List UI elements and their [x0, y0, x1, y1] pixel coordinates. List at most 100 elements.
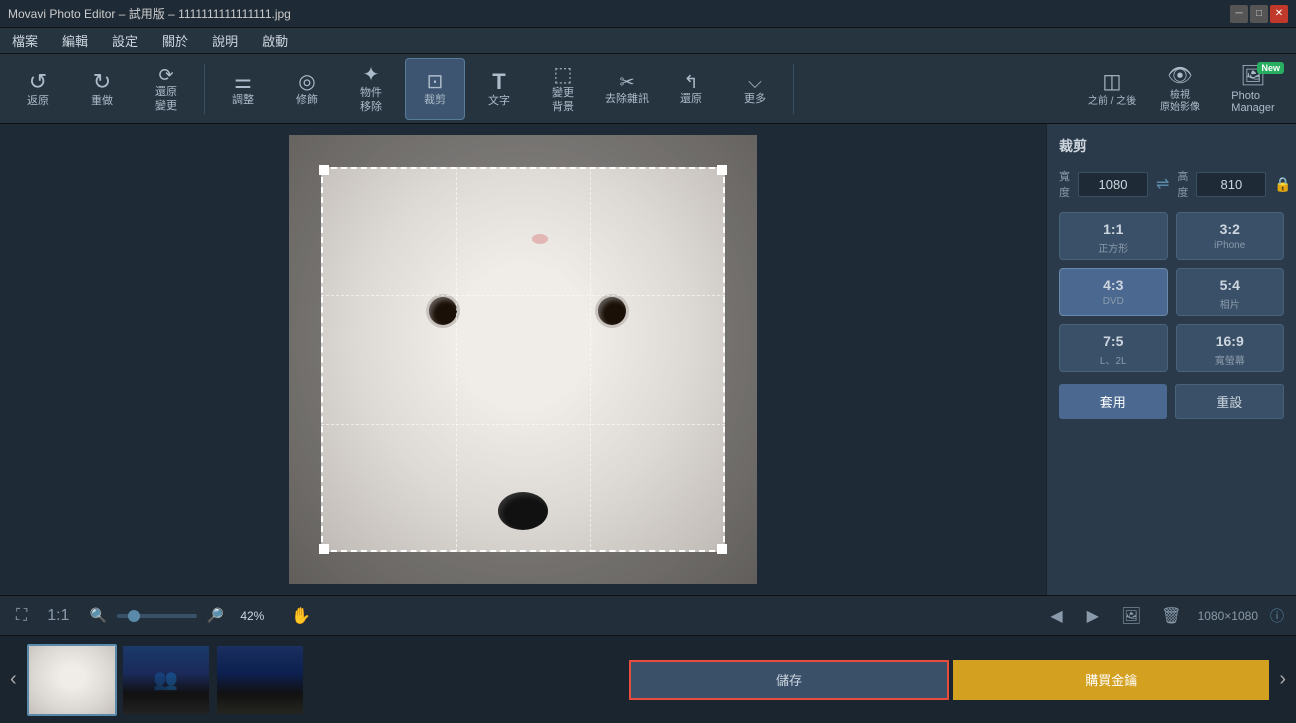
image-size: 1080×1080 [1198, 609, 1258, 623]
ratio-4-3-name: DVD [1103, 296, 1124, 307]
minimize-button[interactable]: ─ [1230, 5, 1248, 23]
filmstrip-item-2[interactable]: 👥 [121, 644, 211, 716]
lock-icon[interactable]: 🔒 [1274, 176, 1291, 193]
canvas-area[interactable] [0, 124, 1046, 595]
hand-tool-button[interactable]: ✋ [287, 604, 315, 628]
fullscreen-button[interactable]: ⛶ [12, 605, 31, 627]
filmstrip-thumb-2: 👥 [123, 646, 209, 714]
buy-button[interactable]: 購買金鑰 [953, 660, 1269, 700]
preview-icon: 👁 [1167, 63, 1192, 88]
right-tool-group: ◫ 之前 / 之後 👁 檢視原始影像 New 🖼 PhotoManager [1082, 58, 1288, 120]
ratio-7-5[interactable]: 7:5 L、2L [1059, 324, 1168, 372]
redo-label: 重做 [91, 95, 113, 108]
restore-icon: ⟳ [158, 66, 173, 84]
menu-about[interactable]: 關於 [158, 29, 192, 52]
crop-line-h2 [321, 424, 725, 425]
ratio-16-9-value: 16:9 [1216, 333, 1244, 349]
change-bg-label: 變更背景 [552, 87, 574, 113]
crop-handle-bottom-right[interactable] [717, 544, 727, 554]
right-panel: 裁剪 寬度 ⇌ 高度 🔒 1:1 正方形 3:2 iPhone 4:3 DVD [1046, 124, 1296, 595]
filmstrip: ‹ 👥 儲存 購買金鑰 › [0, 635, 1296, 723]
remove-noise-icon: ✂ [619, 73, 634, 91]
before-after-button[interactable]: ◫ 之前 / 之後 [1082, 58, 1142, 120]
object-remove-icon: ✦ [363, 65, 380, 85]
crop-handle-top-right[interactable] [717, 165, 727, 175]
menu-activate[interactable]: 啟動 [258, 29, 292, 52]
menu-help[interactable]: 說明 [208, 29, 242, 52]
redo-button[interactable]: ↻ 重做 [72, 58, 132, 120]
info-icon[interactable]: ⓘ [1270, 606, 1284, 626]
ratio-1-1[interactable]: 1:1 正方形 [1059, 212, 1168, 260]
dimensions-row: 寬度 ⇌ 高度 🔒 [1059, 168, 1284, 200]
retouch-label: 修飾 [296, 94, 318, 107]
filmstrip-prev[interactable]: ‹ [4, 664, 23, 695]
save-button[interactable]: 儲存 [629, 660, 949, 700]
window-title: Movavi Photo Editor – 試用版 – 111111111111… [8, 5, 1230, 22]
retouch-button[interactable]: ◎ 修飾 [277, 58, 337, 120]
remove-noise-button[interactable]: ✂ 去除雜訊 [597, 58, 657, 120]
crop-handle-bottom-left[interactable] [319, 544, 329, 554]
more-icon: ⌵ [748, 73, 762, 91]
object-remove-button[interactable]: ✦ 物件移除 [341, 58, 401, 120]
status-bar: ⛶ 1:1 🔍 🔎 42% ✋ ◀ ▶ 🖼 🗑 1080×1080 ⓘ [0, 595, 1296, 635]
ratio-16-9[interactable]: 16:9 寬螢幕 [1176, 324, 1285, 372]
crop-label: 裁剪 [424, 94, 446, 107]
ratio-16-9-name: 寬螢幕 [1215, 352, 1245, 367]
prev-frame-button[interactable]: ◀ [1044, 604, 1068, 628]
link-icon[interactable]: ⇌ [1156, 174, 1169, 194]
ratio-3-2[interactable]: 3:2 iPhone [1176, 212, 1285, 260]
filmstrip-next[interactable]: › [1273, 664, 1292, 695]
crop-line-v1 [456, 167, 457, 552]
menu-edit[interactable]: 編輯 [58, 29, 92, 52]
zoom-in-button[interactable]: 🔎 [203, 605, 228, 626]
crop-overlay-top [289, 135, 757, 167]
restore2-button[interactable]: ↰ 還原 [661, 58, 721, 120]
apply-button[interactable]: 套用 [1059, 384, 1167, 419]
restore2-label: 還原 [680, 93, 702, 106]
ratio-4-3[interactable]: 4:3 DVD [1059, 268, 1168, 316]
height-label: 高度 [1177, 168, 1188, 200]
width-label: 寬度 [1059, 168, 1070, 200]
crop-overlay-right [725, 167, 757, 552]
ratio-3-2-value: 3:2 [1220, 221, 1240, 237]
ratio-5-4[interactable]: 5:4 相片 [1176, 268, 1285, 316]
filmstrip-item-1[interactable] [27, 644, 117, 716]
crop-button[interactable]: ⊡ 裁剪 [405, 58, 465, 120]
zoom-slider[interactable] [117, 614, 197, 618]
redo-icon: ↻ [93, 71, 111, 93]
toolbar-separator-2 [793, 64, 794, 114]
menu-file[interactable]: 檔案 [8, 29, 42, 52]
toolbar-separator-1 [204, 64, 205, 114]
height-input[interactable] [1196, 172, 1266, 197]
text-button[interactable]: T 文字 [469, 58, 529, 120]
restore-button[interactable]: ⟳ 還原變更 [136, 58, 196, 120]
width-input[interactable] [1078, 172, 1148, 197]
retouch-icon: ◎ [298, 72, 315, 92]
zoom-slider-container: 🔍 🔎 [85, 605, 228, 626]
reset-button[interactable]: 重設 [1175, 384, 1285, 419]
change-bg-button[interactable]: ⬚ 變更背景 [533, 58, 593, 120]
more-button[interactable]: ⌵ 更多 [725, 58, 785, 120]
next-frame-button[interactable]: ▶ [1081, 604, 1105, 628]
crop-handle-top-left[interactable] [319, 165, 329, 175]
crop-border [321, 167, 725, 552]
ratio-5-4-value: 5:4 [1220, 277, 1240, 293]
delete-button[interactable]: 🗑 [1157, 604, 1185, 628]
text-icon: T [492, 71, 505, 93]
adjust-button[interactable]: ⚌ 調整 [213, 58, 273, 120]
crop-overlay-left [289, 167, 321, 552]
title-bar: Movavi Photo Editor – 試用版 – 111111111111… [0, 0, 1296, 28]
menu-settings[interactable]: 設定 [108, 29, 142, 52]
undo-button[interactable]: ↺ 返原 [8, 58, 68, 120]
maximize-button[interactable]: □ [1250, 5, 1268, 23]
object-remove-label: 物件移除 [360, 87, 382, 113]
zoom-out-button[interactable]: 🔍 [85, 605, 110, 626]
filmstrip-item-3[interactable] [215, 644, 305, 716]
zoom-1-1-button[interactable]: 1:1 [43, 605, 73, 627]
image-icon: 🖼 [1117, 604, 1145, 628]
preview-button[interactable]: 👁 檢視原始影像 [1150, 58, 1210, 120]
crop-line-h1 [321, 295, 725, 296]
photo-manager-button[interactable]: New 🖼 PhotoManager [1218, 58, 1288, 120]
close-button[interactable]: ✕ [1270, 5, 1288, 23]
ratio-3-2-name: iPhone [1214, 240, 1245, 251]
